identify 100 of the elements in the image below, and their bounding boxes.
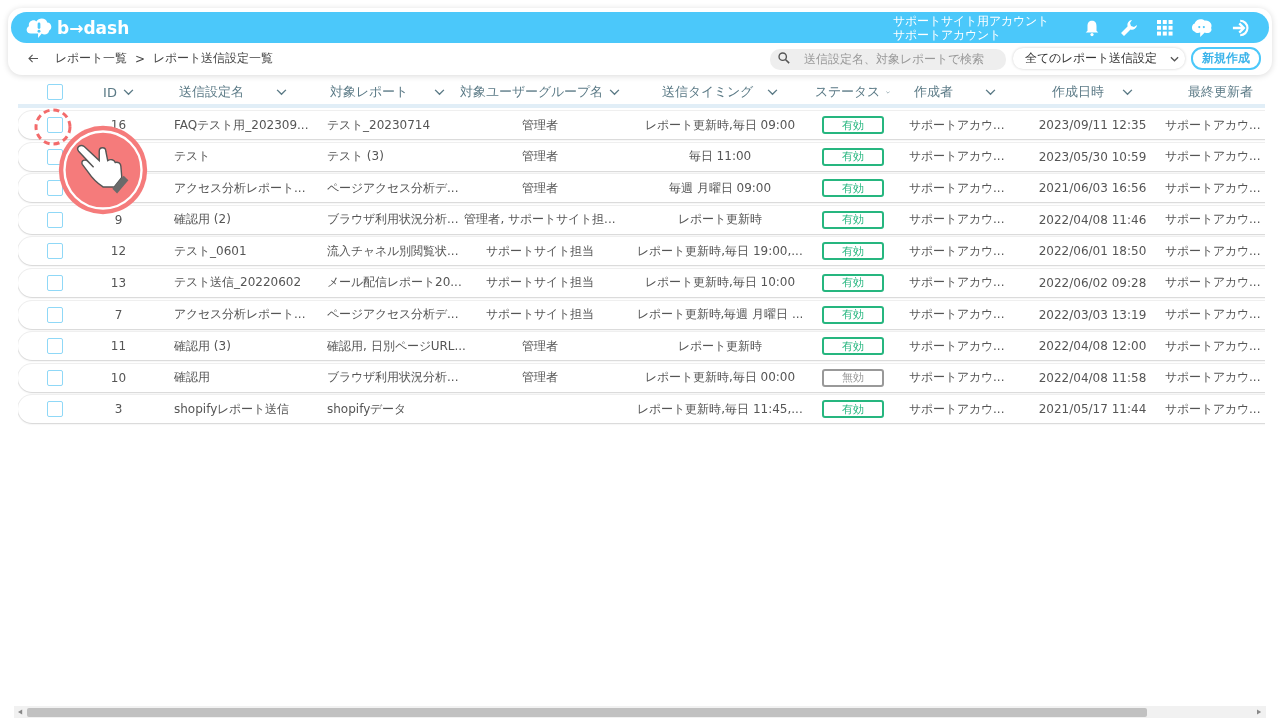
column-header[interactable]: ID: [103, 84, 117, 100]
row-checkbox[interactable]: [47, 274, 63, 291]
table-cell: サポートサイト担当: [486, 274, 594, 292]
breadcrumb-link[interactable]: レポート一覧: [55, 50, 127, 67]
table-cell: サポートアカウ...: [1165, 242, 1261, 260]
horizontal-scrollbar[interactable]: [14, 706, 1266, 718]
table-cell: サポートアカウ...: [909, 274, 1005, 292]
table-cell: サポートアカウ...: [909, 369, 1005, 387]
table-cell: shopifyデータ: [327, 400, 407, 418]
table-row[interactable]: 12 テスト_0601 流入チャネル別閲覧状... サポートサイト担当 レポート更新時,毎日 19:00,... 有効 サポートアカウ... 2022/06/01 18:50 サポートアカウ...: [18, 237, 1265, 266]
table-cell: サポートアカウ...: [909, 242, 1005, 260]
table-row[interactable]: テスト テスト (3) 管理者 毎日 11:00 有効 サポートアカウ... 2023/05/30 10:59 サポートアカウ...: [18, 142, 1265, 171]
row-checkbox[interactable]: [47, 369, 63, 386]
wrench-icon[interactable]: [1119, 17, 1139, 38]
table-cell: 7: [114, 307, 123, 322]
table-cell: 13: [110, 275, 127, 290]
table-cell: 管理者, サポートサイト担...: [464, 211, 616, 229]
table-row[interactable]: 13 テスト送信_20220602 メール配信レポート20... サポートサイト担当 レポート更新時,毎日 10:00 有効 サポートアカウ... 2022/06/02 09:28 サポートアカウ...: [18, 268, 1265, 297]
table-cell: メール配信レポート20...: [327, 274, 462, 292]
column-header[interactable]: 送信設定名: [178, 83, 244, 101]
table-cell: サポートアカウ...: [1165, 179, 1261, 197]
table-cell: 確認用: [174, 369, 210, 387]
caret-icon[interactable]: [1122, 88, 1133, 96]
caret-icon[interactable]: [985, 88, 996, 96]
table-cell: 管理者: [522, 148, 558, 166]
account-name: サポートアカウント: [893, 27, 1002, 42]
table-row[interactable]: 3 shopifyレポート送信 shopifyデータ レポート更新時,毎日 11:45,... 有効 サポートアカウ... 2021/05/17 11:44 サポートアカウ...: [18, 395, 1265, 424]
breadcrumb-current: レポート送信設定一覧: [153, 50, 274, 67]
table-cell: テスト (3): [327, 148, 384, 166]
table-cell: アクセス分析レポート...: [174, 179, 306, 197]
search-icon: [778, 52, 790, 64]
status-badge: 無効: [821, 368, 884, 387]
scroll-right-icon[interactable]: [1257, 709, 1262, 715]
table-cell: 11: [110, 339, 127, 354]
table-cell: 2022/06/01 18:50: [1038, 244, 1147, 259]
table-cell: サポートアカウ...: [1165, 274, 1261, 292]
table-cell: サポートアカウ...: [909, 116, 1005, 134]
table-cell: サポートアカウ...: [1165, 148, 1261, 166]
table-cell: レポート更新時,毎日 19:00,...: [637, 242, 803, 260]
table-row[interactable]: 7 アクセス分析レポート... ページアクセス分析デ... サポートサイト担当 レポート更新時,毎週 月曜日 ... 有効 サポートアカウ... 2022/03/03 13:19 サポートアカウ...: [18, 300, 1265, 329]
status-badge: 有効: [821, 400, 884, 419]
caret-icon[interactable]: [767, 88, 778, 96]
row-checkbox[interactable]: [47, 243, 63, 260]
grid-menu-icon[interactable]: [1157, 19, 1173, 36]
table-row[interactable]: 11 確認用 (3) 確認用, 日別ページURL... 管理者 レポート更新時 有効 サポートアカウ... 2022/04/08 12:00 サポートアカウ...: [18, 332, 1265, 361]
column-header[interactable]: 作成者: [914, 83, 953, 101]
column-header[interactable]: 対象ユーザーグループ名: [460, 83, 603, 101]
row-checkbox[interactable]: [47, 211, 63, 228]
select-all-checkbox[interactable]: [47, 84, 63, 100]
caret-icon[interactable]: [275, 88, 287, 96]
caret-icon[interactable]: [609, 88, 620, 96]
table-cell: アクセス分析レポート...: [174, 306, 306, 324]
row-checkbox[interactable]: [47, 401, 63, 418]
table-cell: レポート更新時,毎週 月曜日 ...: [636, 306, 804, 324]
table-cell: 10: [110, 370, 127, 385]
table-cell: レポート更新時: [678, 211, 762, 229]
column-header[interactable]: ステータス: [815, 83, 880, 101]
table-row[interactable]: 9 確認用 (2) ブラウザ利用状況分析... 管理者, サポートサイト担... レポート更新時 有効 サポートアカウ... 2022/04/08 11:46 サポートアカウ...: [18, 205, 1265, 234]
table-cell: 管理者: [522, 369, 558, 387]
table-cell: 確認用 (3): [174, 337, 231, 355]
scroll-left-icon[interactable]: [18, 709, 23, 715]
table-cell: サポートアカウ...: [1165, 211, 1261, 229]
table-cell: サポートアカウ...: [909, 306, 1005, 324]
filter-dropdown[interactable]: 全てのレポート送信設定: [1013, 48, 1185, 69]
table-cell: サポートアカウ...: [909, 337, 1005, 355]
table-cell: サポートアカウ...: [1165, 337, 1261, 355]
row-checkbox[interactable]: [47, 338, 63, 355]
table-cell: レポート更新時: [678, 337, 762, 355]
back-arrow-icon[interactable]: [28, 54, 39, 63]
table-cell: ページアクセス分析デ...: [327, 179, 459, 197]
account-name: サポートサイト用アカウント: [893, 13, 1049, 28]
table-cell: サポートサイト担当: [486, 306, 594, 324]
chat-bubble-icon[interactable]: [1191, 17, 1213, 38]
table-cell: 2022/04/08 11:58: [1038, 370, 1147, 385]
caret-icon[interactable]: [122, 88, 134, 96]
row-checkbox[interactable]: [47, 117, 63, 133]
column-header[interactable]: 最終更新者: [1187, 83, 1253, 101]
table-cell: 2021/05/17 11:44: [1038, 402, 1147, 417]
status-badge: 有効: [821, 242, 884, 261]
highlight-ring: [33, 107, 73, 147]
table-row[interactable]: 10 確認用 ブラウザ利用状況分析... 管理者 レポート更新時,毎日 00:00 無効 サポートアカウ... 2022/04/08 11:58 サポートアカウ...: [18, 363, 1265, 392]
table-cell: 2023/09/11 12:35: [1038, 118, 1147, 132]
column-header[interactable]: 送信タイミング: [662, 83, 753, 101]
table-cell: 2022/04/08 11:46: [1038, 212, 1147, 227]
status-badge: 有効: [821, 210, 884, 229]
column-header[interactable]: 対象レポート: [330, 83, 408, 101]
column-header[interactable]: 作成日時: [1052, 83, 1104, 101]
search-field[interactable]: 送信設定名、対象レポートで検索: [770, 48, 1006, 70]
status-badge: 有効: [821, 116, 884, 134]
table-cell: ページアクセス分析デ...: [327, 306, 459, 324]
row-checkbox[interactable]: [47, 306, 63, 323]
bell-icon[interactable]: [1083, 18, 1101, 37]
row-checkbox[interactable]: [47, 180, 63, 197]
table-row[interactable]: アクセス分析レポート... ページアクセス分析デ... 管理者 毎週 月曜日 09:00 有効 サポートアカウ... 2021/06/03 16:56 サポートアカウ...: [18, 174, 1265, 203]
table-cell: サポートアカウ...: [1165, 369, 1261, 387]
caret-icon[interactable]: [434, 88, 445, 96]
table-cell: テスト_0601: [174, 242, 247, 260]
table-cell: サポートアカウ...: [909, 179, 1005, 197]
table-cell: 流入チャネル別閲覧状...: [327, 242, 459, 260]
table-cell: サポートサイト担当: [486, 242, 594, 260]
